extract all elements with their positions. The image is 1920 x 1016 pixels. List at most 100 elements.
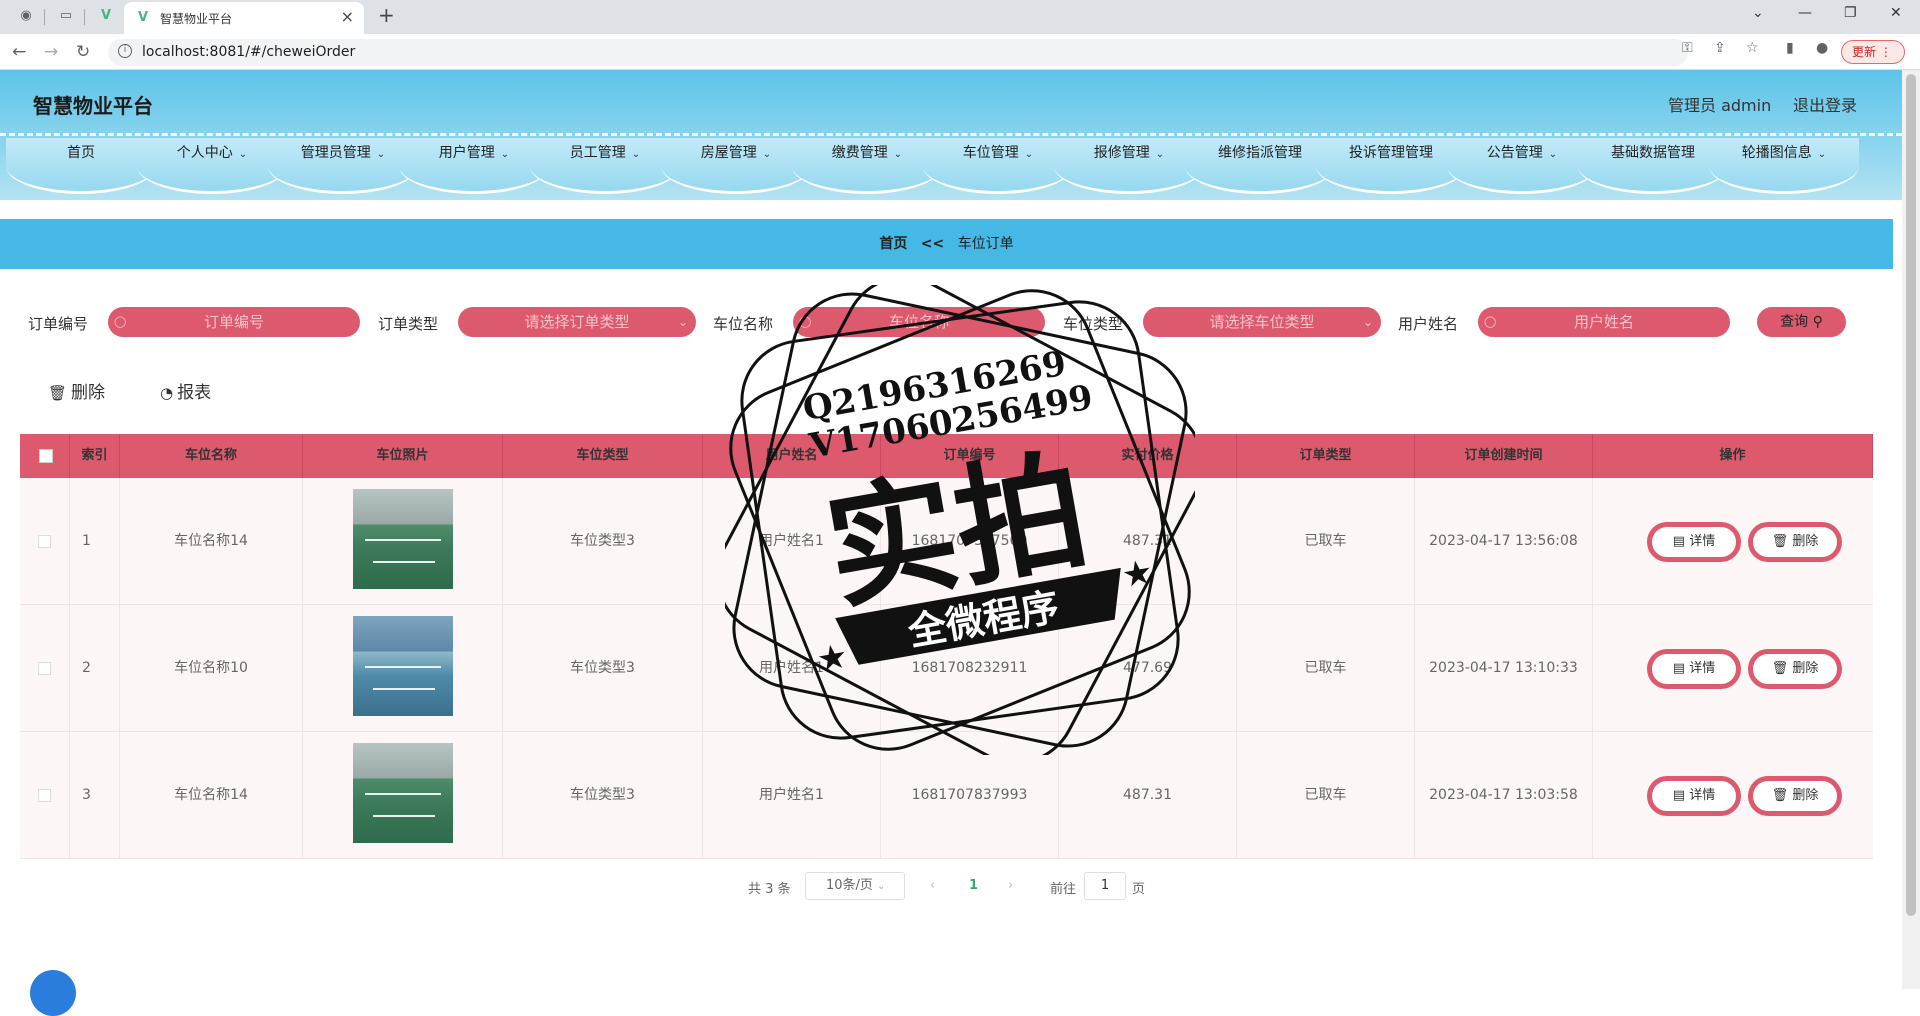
goto-page-input[interactable]: 1 [1084,872,1126,900]
profile-icon[interactable]: ● [1816,40,1828,56]
menu-item-8[interactable]: 报修管理 ⌄ [1054,138,1204,194]
chevron-down-icon: ⌄ [631,149,641,160]
next-page-icon[interactable]: › [1008,878,1013,893]
cell-created: 2023-04-17 13:03:58 [1415,732,1593,859]
order-no-input[interactable]: ◯ 订单编号 [108,307,360,337]
spot-name-input[interactable]: ◯ 车位名称 [793,307,1045,337]
delete-button[interactable]: 🗑 删除 [48,378,105,403]
column-header: 订单类型 [1237,434,1415,478]
detail-button[interactable]: ▤ 详情 [1647,649,1741,689]
photo-line [373,561,435,563]
parking-photo[interactable] [353,743,453,843]
cell-order-no: 1681707837993 [881,732,1059,859]
chevron-down-icon: ⌄ [1548,149,1558,160]
logout-link[interactable]: 退出登录 [1793,92,1857,116]
page-number-current[interactable]: 1 [969,878,978,893]
cell-index: 2 [70,605,120,732]
trash-icon: 🗑 [48,384,68,402]
detail-button[interactable]: ▤ 详情 [1647,522,1741,562]
detail-button[interactable]: ▤ 详情 [1647,776,1741,816]
row-delete-button[interactable]: 🗑 删除 [1748,522,1842,562]
table-row[interactable]: 1 车位名称14 车位类型3 用户姓名1 1681707367500 487.31 已取车 2… [20,478,1873,605]
trash-icon: 🗑 [1771,661,1789,676]
menu-item-1[interactable]: 个人中心 ⌄ [137,138,287,194]
header-divider [0,133,1902,136]
menu-item-0[interactable]: 首页 [6,138,156,194]
report-button[interactable]: ◔ 报表 [160,378,211,403]
info-icon[interactable]: i [118,44,132,58]
menu-item-6[interactable]: 缴费管理 ⌄ [792,138,942,194]
close-tab-icon[interactable]: × [341,7,354,26]
query-button[interactable]: 查询 ⚲ [1757,307,1846,337]
vue-icon[interactable]: V [98,8,114,24]
column-header: 订单编号 [881,434,1059,478]
breadcrumb-current: 车位订单 [957,236,1014,252]
scrollbar-thumb[interactable] [1906,74,1916,916]
url-field[interactable]: i localhost:8081/#/cheweiOrder [108,39,1688,66]
order-no-label: 订单编号 [28,315,89,333]
active-tab[interactable]: V 智慧物业平台 × [124,2,364,34]
trash-icon: 🗑 [1771,534,1789,549]
menu-item-13[interactable]: 轮播图信息 ⌄ [1709,138,1859,194]
url-text: localhost:8081/#/cheweiOrder [142,44,356,60]
cell-created: 2023-04-17 13:10:33 [1415,605,1593,732]
trash-icon: 🗑 [1771,788,1789,803]
document-icon: ▤ [1672,788,1686,803]
floating-action-button[interactable] [30,970,76,1016]
share-icon[interactable]: ⇪ [1714,40,1726,56]
table-row[interactable]: 2 车位名称10 车位类型3 用户姓名1 1681708232911 477.69 已取车 2… [20,605,1873,732]
select-all-checkbox[interactable] [39,449,53,463]
restore-icon[interactable]: ❐ [1844,5,1857,21]
page-scrollbar[interactable] [1902,70,1920,989]
back-icon[interactable]: ← [12,42,26,62]
forward-icon[interactable]: → [44,42,58,62]
search-form: 订单编号 ◯ 订单编号 订单类型 请选择订单类型 ⌄ 车位名称 ◯ 车位名称 车位类型… [0,305,1902,341]
parking-photo[interactable] [353,616,453,716]
menu-item-7[interactable]: 车位管理 ⌄ [923,138,1073,194]
pagination-total: 共 3 条 [748,882,791,897]
menu-item-10[interactable]: 投诉管理管理 [1316,138,1466,194]
actions-cell: ▤ 详情 🗑 删除 [1593,478,1873,605]
menu-item-4[interactable]: 员工管理 ⌄ [530,138,680,194]
vue-icon: V [138,10,149,25]
row-delete-button[interactable]: 🗑 删除 [1748,649,1842,689]
spot-type-select[interactable]: 请选择车位类型 ⌄ [1143,307,1381,337]
reload-icon[interactable]: ↻ [76,42,90,62]
update-button[interactable]: 更新 ⋮ [1841,40,1905,64]
breadcrumb-home[interactable]: 首页 [879,236,907,252]
search-icon: ⚲ [1812,314,1823,330]
menu-item-11[interactable]: 公告管理 ⌄ [1447,138,1597,194]
page-size-select[interactable]: 10条/页 ⌄ [805,872,905,900]
chevron-down-icon: ⌄ [877,881,886,892]
page-icon[interactable]: ▭ [58,8,74,24]
order-type-select[interactable]: 请选择订单类型 ⌄ [458,307,696,337]
new-tab-icon[interactable]: + [378,3,395,27]
menu-item-3[interactable]: 用户管理 ⌄ [399,138,549,194]
parking-photo[interactable] [353,489,453,589]
github-icon[interactable]: ◉ [18,8,34,24]
user-name-input[interactable]: ◯ 用户姓名 [1478,307,1730,337]
delete-label: 删除 [71,383,106,403]
cell-price: 477.69 [1059,605,1237,732]
prev-page-icon[interactable]: ‹ [930,878,935,893]
query-label: 查询 [1780,314,1809,330]
spot-type-placeholder: 请选择车位类型 [1209,313,1315,331]
menu-item-label: 首页 [67,145,95,161]
star-icon[interactable]: ☆ [1746,40,1759,56]
menu-item-12[interactable]: 基础数据管理 [1578,138,1728,194]
menu-item-label: 公告管理 [1486,145,1543,161]
minimize-icon[interactable]: — [1798,5,1812,21]
menu-item-2[interactable]: 管理员管理 ⌄ [268,138,418,194]
close-window-icon[interactable]: ✕ [1890,5,1902,21]
menu-item-5[interactable]: 房屋管理 ⌄ [661,138,811,194]
main-menu: 首页 个人中心 ⌄ 管理员管理 ⌄ 用户管理 ⌄ 员工管理 ⌄ 房屋管理 ⌄ 缴费管理 ⌄ 车位管理 ⌄ 报修… [6,138,1902,194]
menu-item-9[interactable]: 维修指派管理 [1185,138,1335,194]
goto-prefix: 前往 [1050,882,1077,897]
chevron-down-icon: ⌄ [1817,149,1827,160]
sidepanel-icon[interactable]: ▮ [1786,40,1794,56]
key-icon[interactable]: ⚿ [1682,40,1693,56]
row-delete-button[interactable]: 🗑 删除 [1748,776,1842,816]
table-row[interactable]: 3 车位名称14 车位类型3 用户姓名1 1681707837993 487.31 已取车 2… [20,732,1873,859]
chevron-down-icon[interactable]: ⌄ [1752,5,1764,21]
user-name-label: 用户姓名 [1398,315,1459,333]
